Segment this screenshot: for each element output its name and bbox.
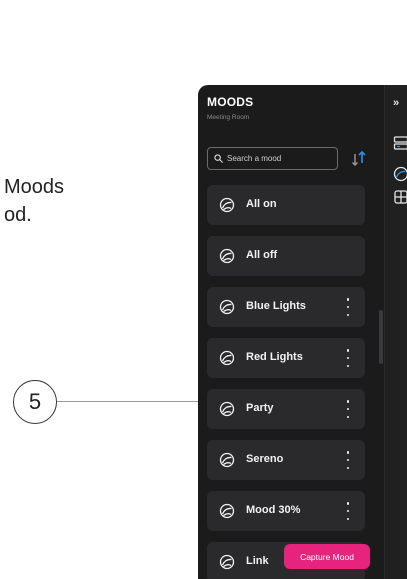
mood-icon: [219, 248, 235, 264]
mood-icon: [219, 299, 235, 315]
more-options-icon[interactable]: [345, 298, 351, 316]
mood-label: Red Lights: [246, 351, 303, 363]
panel-subtitle: Meeting Room: [207, 114, 250, 121]
moods-panel: MOODS Meeting Room All on: [198, 85, 384, 579]
mood-item-all-off[interactable]: All off: [207, 236, 365, 276]
mood-icon: [219, 350, 235, 366]
more-options-icon[interactable]: [345, 502, 351, 520]
mood-icon: [219, 452, 235, 468]
mood-item-blue-lights[interactable]: Blue Lights: [207, 287, 365, 327]
capture-mood-button[interactable]: Capture Mood: [284, 544, 370, 569]
moods-icon[interactable]: [393, 166, 407, 182]
mood-icon: [219, 503, 235, 519]
devices-icon[interactable]: [393, 135, 407, 151]
mood-item-party[interactable]: Party: [207, 389, 365, 429]
mood-item-mood-30[interactable]: Mood 30%: [207, 491, 365, 531]
doc-text-line-2: od.: [4, 204, 32, 226]
doc-text-line-1: Moods: [4, 176, 65, 198]
mood-label: Blue Lights: [246, 300, 306, 312]
mood-icon: [219, 554, 235, 570]
more-options-icon[interactable]: [345, 349, 351, 367]
search-icon: [214, 154, 223, 163]
callout-leader-line: [57, 401, 205, 402]
more-options-icon[interactable]: [345, 451, 351, 469]
mood-label: All off: [246, 249, 278, 261]
mood-label: Sereno: [246, 453, 284, 465]
list-scrollbar[interactable]: [379, 310, 383, 364]
mood-label: Mood 30%: [246, 504, 301, 516]
layout-icon[interactable]: [393, 189, 407, 205]
collapse-icon[interactable]: »: [393, 95, 407, 111]
mood-label: All on: [246, 198, 277, 210]
mood-icon: [219, 401, 235, 417]
side-rail: »: [384, 85, 407, 579]
mood-item-sereno[interactable]: Sereno: [207, 440, 365, 480]
search-input[interactable]: [223, 154, 327, 163]
mood-item-red-lights[interactable]: Red Lights: [207, 338, 365, 378]
more-options-icon[interactable]: [345, 400, 351, 418]
search-field[interactable]: [207, 147, 338, 170]
mood-list: All on All off Blue Lights Red Lights Pa…: [207, 185, 365, 579]
sort-arrows-icon[interactable]: [347, 147, 371, 170]
callout-number: 5: [13, 380, 57, 424]
mood-item-all-on[interactable]: All on: [207, 185, 365, 225]
mood-icon: [219, 197, 235, 213]
mood-label: Party: [246, 402, 274, 414]
panel-title: MOODS: [207, 95, 254, 109]
mood-label: Link: [246, 555, 269, 567]
